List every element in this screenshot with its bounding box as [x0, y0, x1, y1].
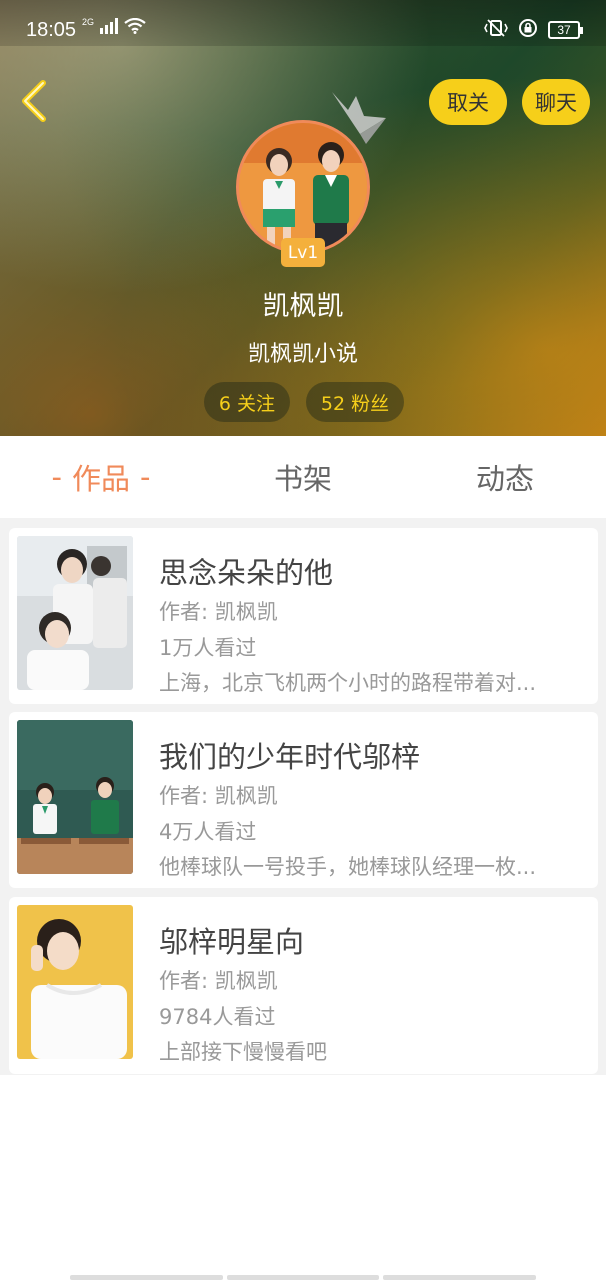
- work-card[interactable]: 我们的少年时代邬梓 作者: 凯枫凯 4万人看过 他棒球队一号投手，她棒球队经理一…: [9, 712, 598, 888]
- work-title: 邬梓明星向: [159, 925, 305, 959]
- work-title: 思念朵朵的他: [159, 556, 334, 590]
- tab-active-dash-left: -: [51, 460, 62, 494]
- tab-activity[interactable]: 动态: [404, 436, 606, 518]
- vibrate-icon: [484, 19, 508, 41]
- fans-count-button[interactable]: 52 粉丝: [306, 382, 404, 422]
- tab-activity-label: 动态: [475, 462, 534, 496]
- tab-works[interactable]: - 作品 -: [0, 436, 202, 518]
- tab-works-label: 作品: [71, 462, 130, 496]
- work-card[interactable]: 邬梓明星向 作者: 凯枫凯 9784人看过 上部接下慢慢看吧: [9, 897, 598, 1074]
- signal-icon: [100, 18, 119, 38]
- profile-tabs: - 作品 - 书架 动态: [0, 436, 606, 518]
- work-cover-image: [17, 536, 133, 690]
- status-time: 18:05: [26, 19, 77, 41]
- work-author: 作者: 凯枫凯: [159, 969, 278, 993]
- user-subtitle: 凯枫凯小说: [247, 342, 358, 367]
- work-author: 作者: 凯枫凯: [159, 784, 278, 808]
- work-description: 他棒球队一号投手，她棒球队经理一枚...: [159, 855, 537, 879]
- work-views: 1万人看过: [159, 636, 257, 660]
- chevron-left-icon: [19, 80, 49, 126]
- rotation-lock-icon: [518, 18, 538, 42]
- crown-icon: [326, 88, 392, 154]
- bottom-scroll-indicator: [70, 1275, 537, 1280]
- work-description: 上部接下慢慢看吧: [159, 1040, 327, 1064]
- empty-bottom-area: [0, 1075, 606, 1280]
- network-type-label: 2G: [82, 17, 95, 27]
- wifi-icon: [124, 17, 146, 38]
- work-author: 作者: 凯枫凯: [159, 600, 278, 624]
- battery-icon: 37: [548, 21, 583, 39]
- level-badge: Lv1: [281, 238, 325, 267]
- back-button[interactable]: [14, 80, 54, 126]
- tab-bookshelf[interactable]: 书架: [202, 436, 404, 518]
- tab-active-dash-right: -: [140, 460, 151, 494]
- work-views: 4万人看过: [159, 820, 257, 844]
- tab-bookshelf-label: 书架: [273, 462, 332, 496]
- unfollow-button[interactable]: 取关: [429, 79, 507, 125]
- user-name: 凯枫凯: [262, 291, 344, 322]
- work-views: 9784人看过: [159, 1005, 276, 1029]
- profile-header: 18:05 2G 37 取关 聊天 Lv1 凯枫凯 凯枫凯小说 6 关注 52 …: [0, 0, 606, 436]
- work-title: 我们的少年时代邬梓: [159, 740, 421, 774]
- work-cover-image: [17, 905, 133, 1059]
- follow-count-button[interactable]: 6 关注: [204, 382, 290, 422]
- battery-level: 37: [557, 23, 571, 37]
- status-bar: 18:05 2G 37: [0, 0, 606, 46]
- chat-button[interactable]: 聊天: [522, 79, 590, 125]
- work-description: 上海，北京飞机两个小时的路程带着对...: [159, 671, 537, 695]
- work-cover-image: [17, 720, 133, 874]
- work-card[interactable]: 思念朵朵的他 作者: 凯枫凯 1万人看过 上海，北京飞机两个小时的路程带着对..…: [9, 528, 598, 704]
